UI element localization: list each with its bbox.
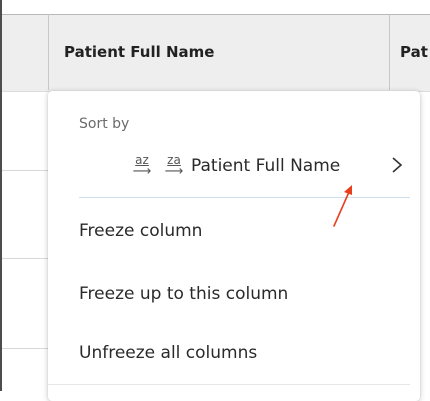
freeze-up-to-column-item[interactable]: Freeze up to this column: [79, 284, 288, 304]
freeze-column-item[interactable]: Freeze column: [79, 221, 202, 241]
menu-divider: [79, 197, 410, 198]
sort-ascending-button[interactable]: az ⟶: [130, 154, 154, 180]
column-separator[interactable]: [389, 14, 390, 90]
sort-by-label: Sort by: [79, 116, 130, 132]
column-options-menu: Sort by az ⟶ za ⟶ Patient Full Name Free…: [48, 91, 420, 401]
arrow-right-icon: ⟶: [164, 164, 184, 179]
annotation-arrow-icon: [333, 185, 352, 227]
column-header-patient-full-name[interactable]: Patient Full Name: [64, 14, 384, 90]
row-divider: [2, 170, 48, 171]
column-separator[interactable]: [48, 14, 49, 90]
sort-field-selector[interactable]: Patient Full Name: [191, 156, 340, 176]
sort-descending-button[interactable]: za ⟶: [162, 154, 186, 180]
row-divider: [2, 348, 48, 349]
arrow-right-icon: ⟶: [132, 164, 152, 179]
chevron-right-icon[interactable]: [391, 157, 403, 173]
unfreeze-all-columns-item[interactable]: Unfreeze all columns: [79, 343, 257, 363]
menu-divider: [48, 384, 410, 385]
column-header-next[interactable]: Pat: [400, 14, 430, 90]
row-divider: [2, 258, 48, 259]
